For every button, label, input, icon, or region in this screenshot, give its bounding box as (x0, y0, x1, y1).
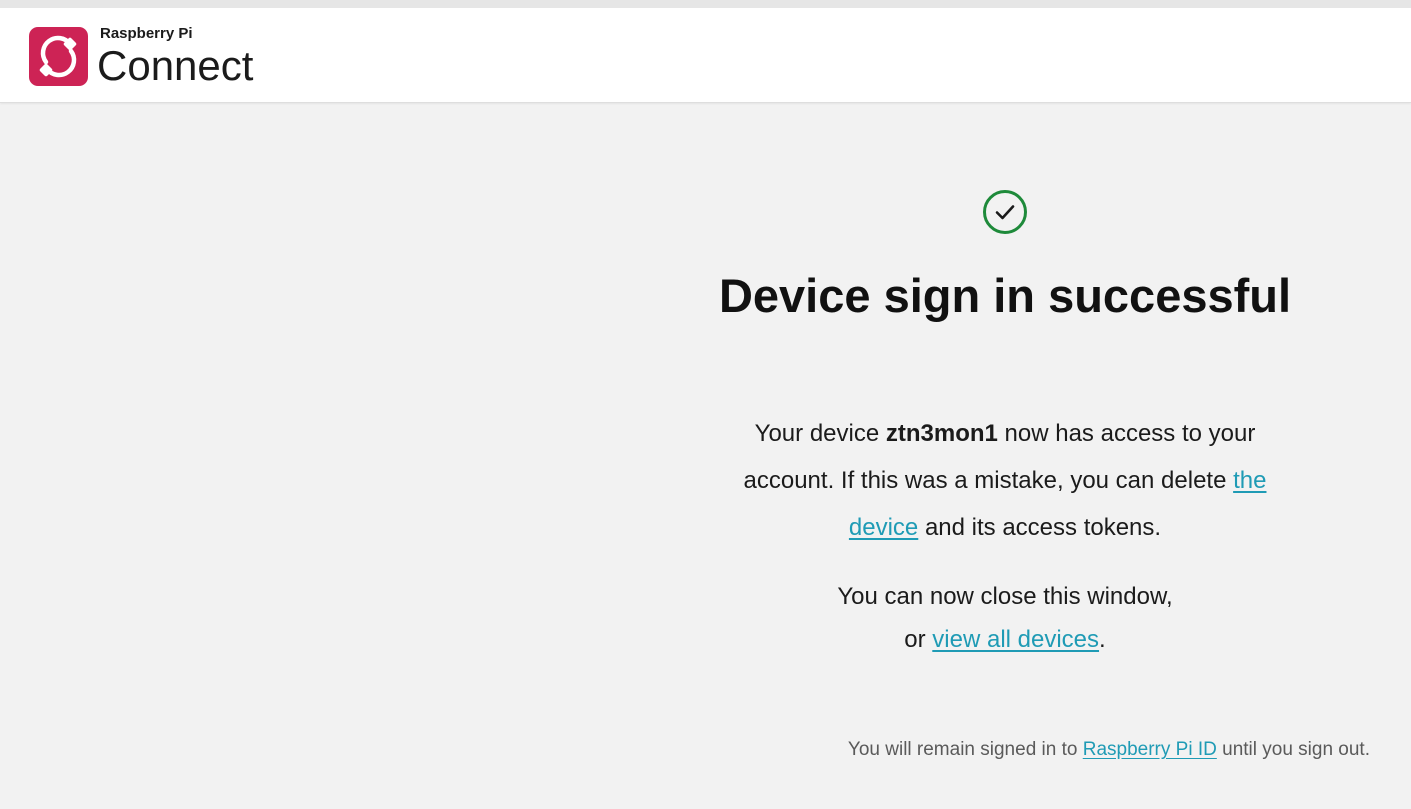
main-content: Device sign in successful Your device zt… (640, 103, 1410, 809)
raspberry-pi-id-link[interactable]: Raspberry Pi ID (1083, 739, 1217, 760)
message-text: Your device (754, 420, 886, 447)
close-window-message: You can now close this window, or view a… (660, 575, 1350, 661)
message-line-3: device and its access tokens. (660, 504, 1350, 551)
close-line-1: You can now close this window, (837, 583, 1173, 610)
close-line-2: or view all devices. (660, 618, 1350, 661)
device-link[interactable]: the (1233, 467, 1266, 494)
close-text: or (904, 626, 933, 653)
device-name: ztn3mon1 (885, 420, 998, 447)
message-line-2: account. If this was a mistake, you can … (660, 457, 1350, 504)
page-title: Device sign in successful (718, 269, 1292, 322)
view-all-devices-link[interactable]: view all devices (932, 626, 1099, 653)
message-line-1: Your device ztn3mon1 now has access to y… (660, 410, 1350, 457)
note-text: You will remain signed in to (847, 739, 1083, 760)
raspberry-pi-connect-logo-icon[interactable] (29, 27, 88, 86)
success-message: Your device ztn3mon1 now has access to y… (660, 410, 1350, 551)
message-text: account. If this was a mistake, you can … (743, 467, 1234, 494)
close-text: . (1099, 626, 1106, 653)
message-text: and its access tokens. (918, 514, 1162, 541)
site-header: Raspberry Pi Connect (0, 8, 1411, 103)
note-text: until you sign out. (1216, 739, 1370, 760)
browser-top-strip (0, 0, 1411, 8)
device-link[interactable]: device (849, 514, 918, 541)
message-text: now has access to your (997, 420, 1256, 447)
check-circle-icon (983, 190, 1027, 234)
brand-product-name: Connect (97, 42, 254, 89)
brand-parent-name: Raspberry Pi (100, 25, 193, 42)
signin-note: You will remain signed in to Raspberry P… (640, 739, 1370, 761)
